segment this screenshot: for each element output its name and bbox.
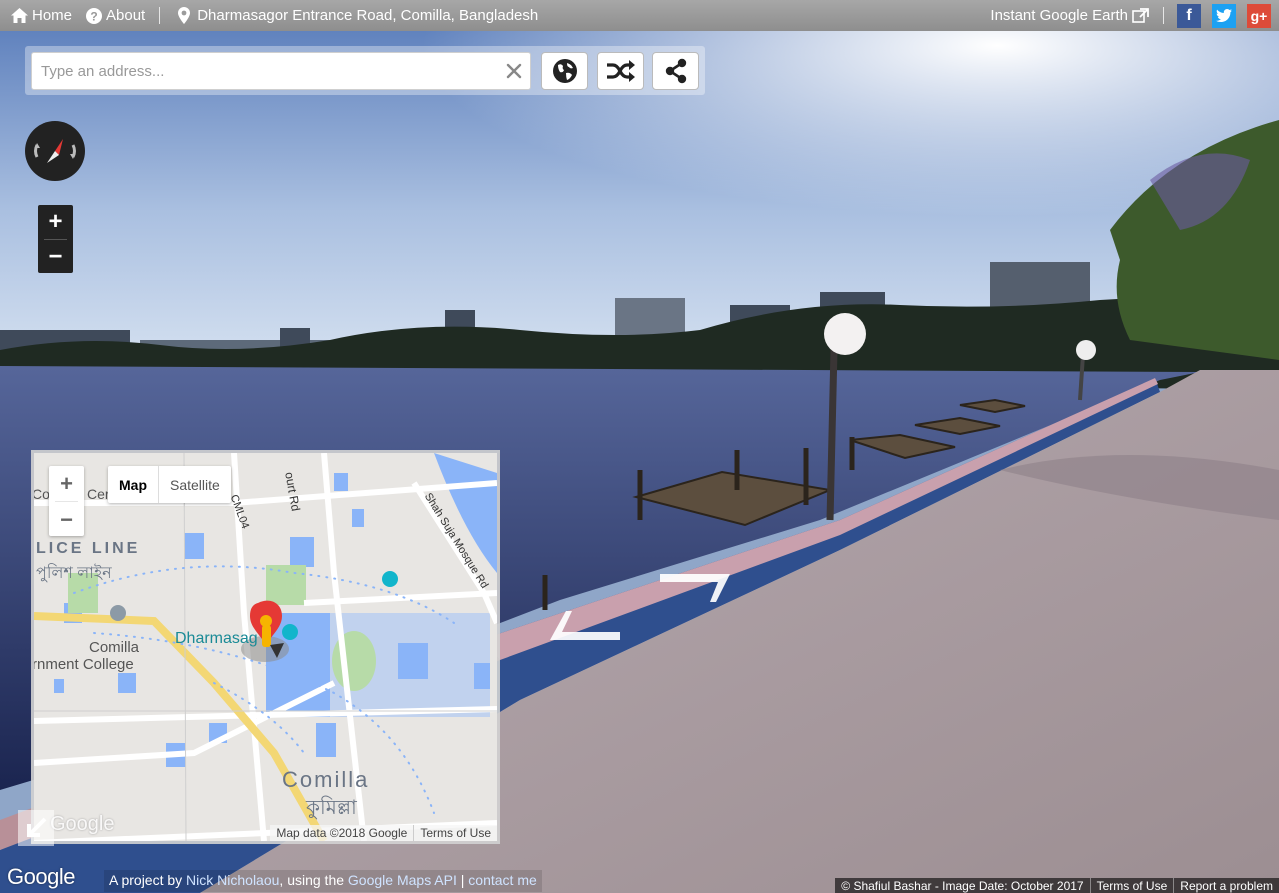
map-type-map-button[interactable]: Map [108, 466, 158, 503]
random-location-button[interactable] [597, 52, 644, 90]
home-link[interactable]: Home [11, 7, 72, 24]
globe-button[interactable] [541, 52, 588, 90]
search-toolbar [25, 46, 705, 95]
top-bar: Home ? About Dharmasagor Entrance Road, … [0, 0, 1279, 31]
map-zoom-in-button[interactable]: + [49, 466, 84, 501]
google-logo: Google [50, 813, 115, 835]
photo-credit: © Shafiul Bashar - Image Date: October 2… [841, 879, 1084, 893]
streetview-footer: © Shafiul Bashar - Image Date: October 2… [835, 878, 1279, 893]
instant-google-earth-link[interactable]: Instant Google Earth [990, 7, 1149, 24]
sv-terms-link[interactable]: Terms of Use [1089, 878, 1174, 893]
divider [1163, 7, 1164, 24]
map-label: কুমিল্লা [306, 797, 357, 819]
maps-api-link[interactable]: Google Maps API [348, 872, 457, 888]
project-credit: A project by Nick Nicholaou, using the G… [104, 870, 542, 892]
map-label: Comilla [282, 767, 370, 792]
zoom-out-button[interactable]: − [38, 240, 73, 274]
divider [159, 7, 161, 24]
compass-control[interactable] [25, 121, 85, 181]
map-type-satellite-button[interactable]: Satellite [158, 466, 231, 503]
streetview-zoom-control: + − [38, 205, 73, 273]
globe-icon [552, 59, 577, 83]
about-link[interactable]: ? About [86, 7, 145, 24]
map-type-control: Map Satellite [108, 466, 231, 503]
arrow-down-left-icon [27, 817, 47, 837]
instant-earth-label: Instant Google Earth [990, 7, 1128, 24]
home-icon [11, 8, 28, 23]
zoom-in-button[interactable]: + [38, 205, 73, 239]
report-problem-link[interactable]: Report a problem [1173, 878, 1279, 893]
nav-arrow-forward[interactable] [658, 572, 733, 604]
author-link[interactable]: Nick Nicholaou [186, 872, 279, 888]
home-label: Home [32, 7, 73, 24]
credit-prefix: A project by [109, 872, 183, 888]
close-icon[interactable] [503, 60, 525, 82]
map-terms-link[interactable]: Terms of Use [413, 825, 497, 841]
share-button[interactable] [652, 52, 699, 90]
location-display: Dharmasagor Entrance Road, Comilla, Bang… [178, 7, 538, 24]
about-label: About [106, 7, 146, 24]
map-label: Dharmasag [175, 630, 258, 647]
nav-arrow-back[interactable] [548, 610, 623, 642]
map-zoom-control: + − [49, 466, 84, 536]
shuffle-icon [606, 60, 635, 82]
google-plus-icon[interactable]: g+ [1247, 3, 1271, 28]
exit-streetview-button[interactable] [18, 810, 54, 846]
twitter-icon[interactable] [1212, 3, 1236, 28]
contact-link[interactable]: contact me [468, 872, 536, 888]
map-footer: Map data ©2018 Google Terms of Use [270, 825, 497, 841]
location-label: Dharmasagor Entrance Road, Comilla, Bang… [197, 7, 539, 24]
address-search-input[interactable] [31, 52, 531, 90]
share-icon [665, 58, 686, 84]
map-marker-icon [178, 7, 191, 24]
map-label: Co [32, 486, 50, 502]
map-label: Cer [87, 486, 110, 502]
external-link-icon [1132, 8, 1149, 23]
question-circle-icon: ? [86, 7, 103, 24]
credit-separator: | [460, 872, 465, 888]
map-zoom-out-button[interactable]: − [49, 502, 84, 537]
map-label: rnment College [32, 656, 134, 673]
facebook-icon[interactable]: f [1177, 3, 1201, 28]
compass-icon [34, 139, 76, 163]
google-logo: Google [7, 864, 75, 889]
mini-map[interactable]: Co Cer LICE LINE পুলিশ লাইন ourt Rd CML0… [31, 450, 500, 844]
map-label: পুলিশ লাইন [36, 565, 112, 582]
map-data-credit: Map data ©2018 Google [276, 826, 408, 840]
credit-mid: , using the [279, 872, 345, 888]
map-label: LICE LINE [36, 540, 141, 557]
map-label: Comilla [89, 639, 140, 656]
svg-text:?: ? [90, 9, 97, 23]
